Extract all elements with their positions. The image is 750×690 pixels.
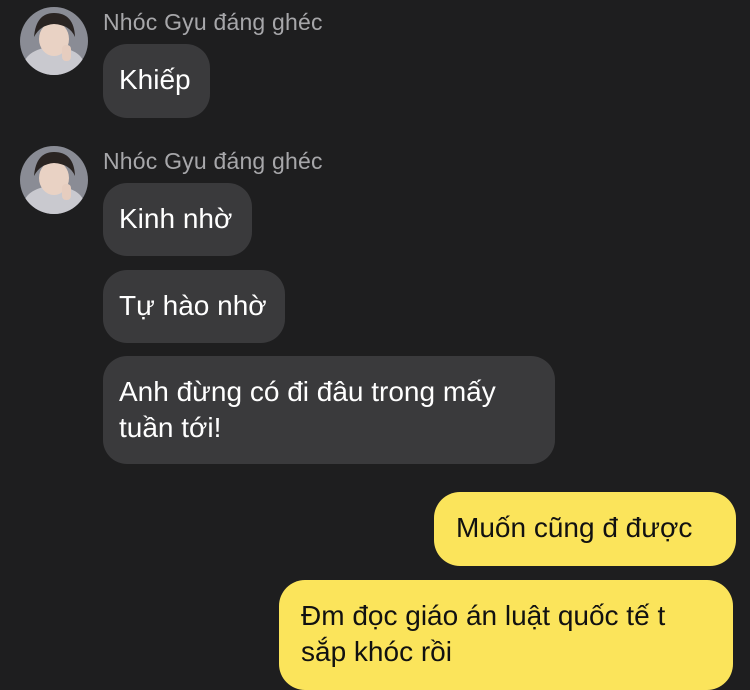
incoming-message[interactable]: Tự hào nhờ [103, 270, 285, 343]
sender-avatar[interactable] [20, 146, 88, 214]
outgoing-message[interactable]: Muốn cũng đ được [434, 492, 736, 566]
incoming-message[interactable]: Kinh nhờ [103, 183, 252, 256]
message-text: sắp khóc rồi [301, 636, 452, 667]
message-text: Anh đừng có đi đâu trong mấy [119, 376, 496, 407]
user-avatar-photo-icon [20, 146, 88, 214]
incoming-message[interactable]: Khiếp [103, 44, 210, 118]
message-text: Kinh nhờ [119, 203, 233, 234]
incoming-message[interactable]: Anh đừng có đi đâu trong mấy tuần tới! [103, 356, 555, 464]
sender-name: Nhóc Gyu đáng ghéc [103, 148, 323, 174]
message-text: Muốn cũng đ được [456, 512, 693, 543]
message-text: Khiếp [119, 64, 191, 95]
user-avatar-photo-icon [20, 7, 88, 75]
message-text: Đm đọc giáo án luật quốc tế t [301, 600, 666, 631]
outgoing-message[interactable]: Đm đọc giáo án luật quốc tế t sắp khóc r… [279, 580, 733, 690]
sender-name: Nhóc Gyu đáng ghéc [103, 9, 323, 35]
message-text: tuần tới! [119, 412, 222, 443]
message-text: Tự hào nhờ [119, 290, 267, 321]
sender-avatar[interactable] [20, 7, 88, 75]
